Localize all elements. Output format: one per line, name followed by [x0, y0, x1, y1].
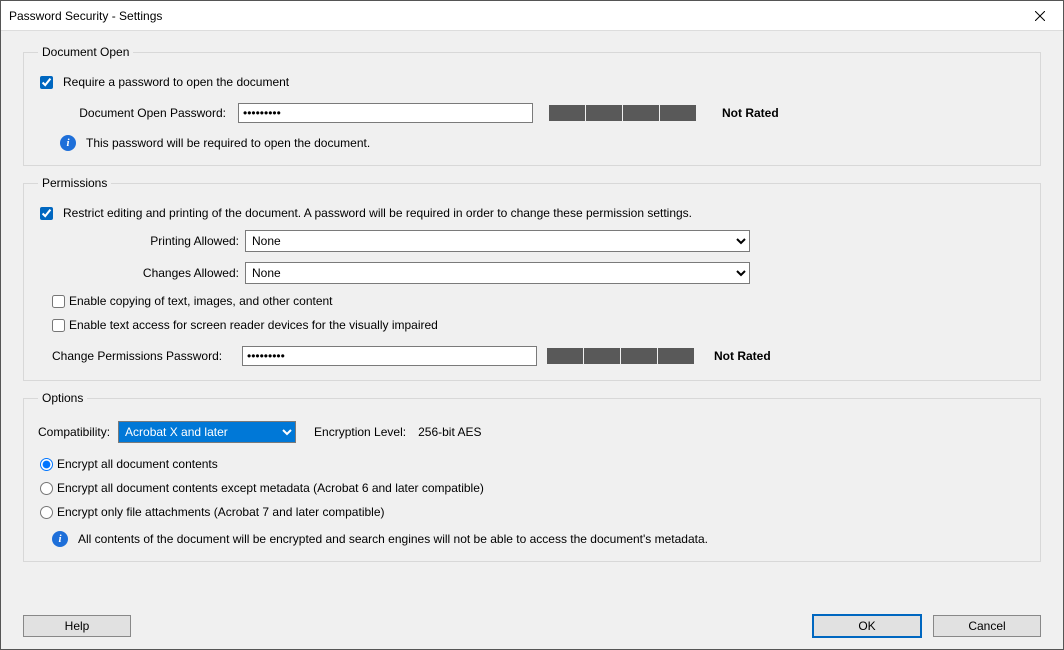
permissions-group: Permissions Restrict editing and printin… [23, 176, 1041, 381]
enable-copying-label: Enable copying of text, images, and othe… [69, 294, 333, 308]
compatibility-label: Compatibility: [38, 425, 110, 439]
strength-box [660, 105, 696, 121]
password-strength-meter [549, 105, 696, 121]
titlebar: Password Security - Settings [1, 1, 1063, 31]
enable-screen-reader-checkbox[interactable] [52, 319, 65, 332]
change-permissions-password-input[interactable] [242, 346, 537, 366]
options-group: Options Compatibility: Acrobat X and lat… [23, 391, 1041, 562]
encrypt-all-label: Encrypt all document contents [57, 457, 218, 471]
dialog-content: Document Open Require a password to open… [1, 31, 1063, 609]
window-close-button[interactable] [1017, 1, 1063, 31]
encrypt-attachments-label: Encrypt only file attachments (Acrobat 7… [57, 505, 385, 519]
document-open-password-label: Document Open Password: [52, 106, 232, 120]
help-button[interactable]: Help [23, 615, 131, 637]
options-legend: Options [38, 391, 87, 405]
password-security-dialog: Password Security - Settings Document Op… [0, 0, 1064, 650]
ok-button[interactable]: OK [813, 615, 921, 637]
info-icon: i [60, 135, 76, 151]
dialog-title: Password Security - Settings [9, 9, 1017, 23]
strength-box [658, 348, 694, 364]
strength-box [584, 348, 620, 364]
compatibility-select[interactable]: Acrobat X and later [118, 421, 296, 443]
enable-screen-reader-label: Enable text access for screen reader dev… [69, 318, 438, 332]
strength-box [549, 105, 585, 121]
close-icon [1035, 11, 1045, 21]
permissions-password-strength-meter [547, 348, 694, 364]
changes-allowed-select[interactable]: None [245, 262, 750, 284]
encryption-level-label: Encryption Level: [314, 425, 406, 439]
info-icon: i [52, 531, 68, 547]
restrict-editing-checkbox[interactable] [40, 207, 53, 220]
permissions-legend: Permissions [38, 176, 111, 190]
strength-box [623, 105, 659, 121]
encryption-level-value: 256-bit AES [418, 425, 481, 439]
changes-allowed-label: Changes Allowed: [38, 266, 245, 280]
encrypt-all-radio[interactable] [40, 458, 53, 471]
permissions-password-strength-label: Not Rated [714, 349, 771, 363]
require-password-checkbox[interactable] [40, 76, 53, 89]
document-open-legend: Document Open [38, 45, 133, 59]
strength-box [586, 105, 622, 121]
restrict-editing-label: Restrict editing and printing of the doc… [63, 206, 692, 220]
strength-box [547, 348, 583, 364]
change-permissions-password-label: Change Permissions Password: [52, 349, 242, 363]
password-strength-label: Not Rated [722, 106, 779, 120]
printing-allowed-select[interactable]: None [245, 230, 750, 252]
options-info-text: All contents of the document will be enc… [78, 532, 708, 546]
document-open-password-input[interactable] [238, 103, 533, 123]
document-open-group: Document Open Require a password to open… [23, 45, 1041, 166]
printing-allowed-label: Printing Allowed: [38, 234, 245, 248]
encrypt-except-metadata-radio[interactable] [40, 482, 53, 495]
require-password-label: Require a password to open the document [63, 75, 289, 89]
encrypt-attachments-radio[interactable] [40, 506, 53, 519]
enable-copying-checkbox[interactable] [52, 295, 65, 308]
cancel-button[interactable]: Cancel [933, 615, 1041, 637]
button-bar: Help OK Cancel [1, 609, 1063, 649]
document-open-info-text: This password will be required to open t… [86, 136, 370, 150]
encrypt-except-metadata-label: Encrypt all document contents except met… [57, 481, 484, 495]
strength-box [621, 348, 657, 364]
